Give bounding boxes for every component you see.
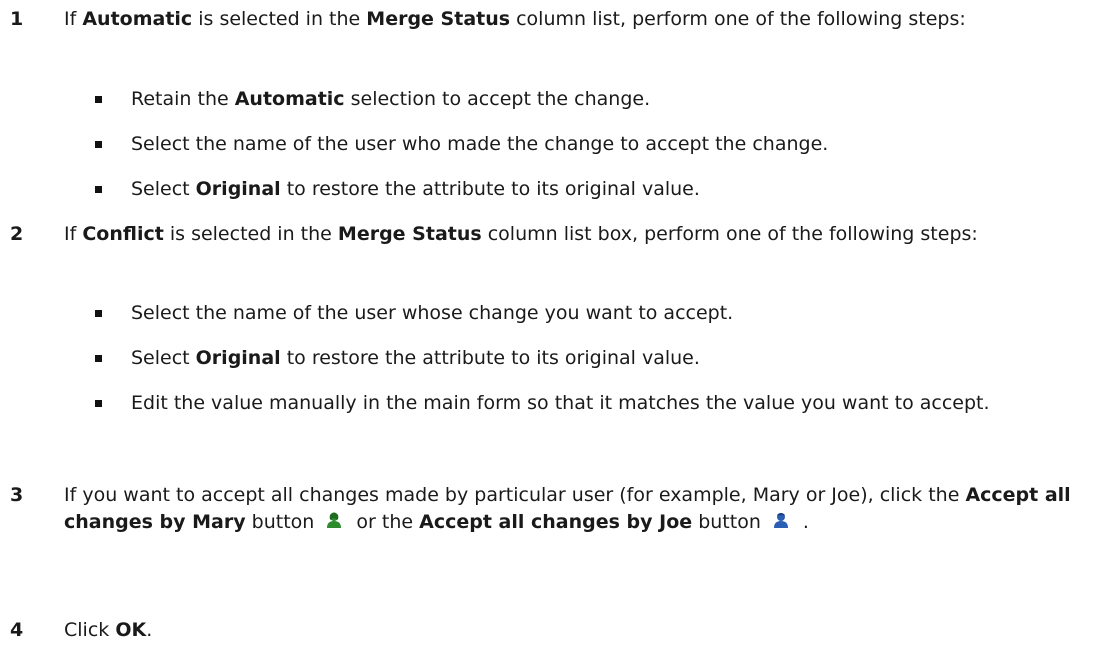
accept-all-changes-by-joe-icon: [771, 510, 791, 538]
bullet-marker: [95, 96, 102, 103]
bullet-marker: [95, 355, 102, 362]
step-text: If Conflict is selected in the Merge Sta…: [64, 223, 978, 245]
step-number: 1: [10, 8, 24, 30]
bullet-marker: [95, 141, 102, 148]
step-number: 2: [10, 223, 24, 245]
step-text: Click OK.: [64, 619, 153, 641]
step-text: If you want to accept all changes made b…: [64, 482, 1094, 538]
bullet-marker: [95, 400, 102, 407]
step-number: 4: [10, 619, 24, 641]
bullet-marker: [95, 310, 102, 317]
step-number: 3: [10, 484, 24, 506]
bullet-marker: [95, 186, 102, 193]
step-text: If Automatic is selected in the Merge St…: [64, 8, 966, 30]
accept-all-changes-by-mary-icon: [324, 510, 344, 538]
